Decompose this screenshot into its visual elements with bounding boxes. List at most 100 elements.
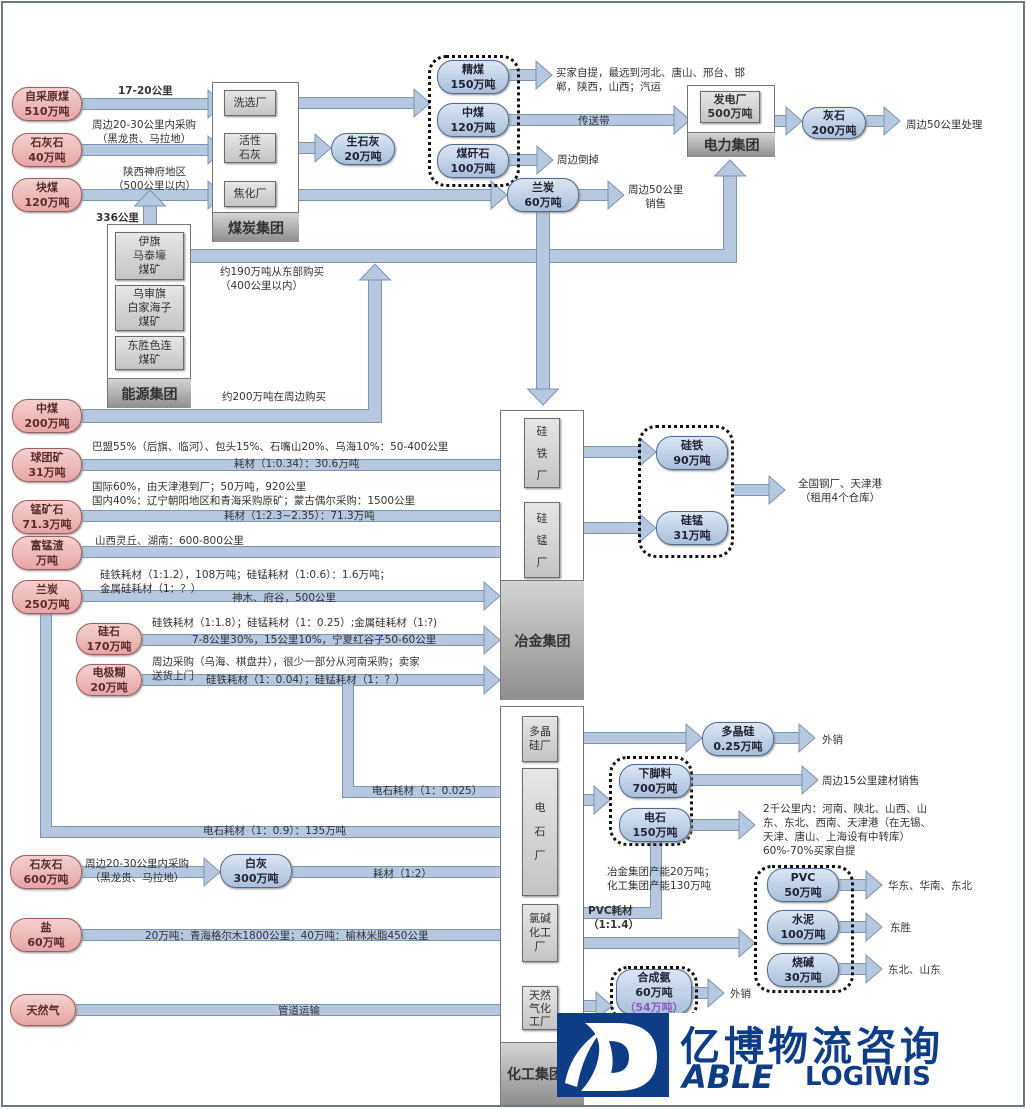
washing-plant: 洗选厂 [224, 90, 276, 116]
label-alloy-destination: 全国钢厂、天津港 （租用4个仓库） [798, 478, 882, 504]
product-polysilicon: 多晶硅 0.25万吨 [702, 722, 774, 756]
source-name: 自采原煤 [25, 90, 69, 103]
source-name: 球团矿 [30, 451, 64, 464]
source-silica: 硅石 170万吨 [76, 623, 142, 655]
label-17-20km: 17-20公里 [118, 85, 173, 97]
product-qty: 150万吨 [450, 78, 496, 91]
product-caustic-soda: 烧碱 30万吨 [767, 953, 839, 987]
label-cement-destination: 东胜 [890, 922, 911, 934]
source-middling-coal: 中煤 200万吨 [12, 399, 82, 433]
label-scrap-sales: 周边15公里建材销售 [822, 775, 920, 787]
product-name: 水泥 [792, 913, 814, 926]
label-limestone-source: 周边20-30公里内采购 （黑龙贵、马拉地） [92, 119, 197, 145]
power-group-name: 电力集团 [688, 132, 775, 157]
metallurgy-group-name: 冶金集团 [501, 580, 584, 700]
label-semi-coke-sales: 周边50公里 销售 [628, 184, 684, 210]
source-qty: 120万吨 [24, 196, 70, 209]
label-electrode-consumption: 硅铁耗材（1：0.04）；硅锰耗材（1：？） [206, 674, 406, 686]
silicomanganese-plant: 硅 锰 厂 [524, 502, 560, 578]
active-lime-plant: 活性 石灰 [224, 133, 276, 163]
arrow-chlor-out [558, 928, 756, 958]
label-pvc-destination: 华东、华南、东北 [888, 880, 972, 892]
source-name: 富锰渣 [30, 539, 64, 552]
product-qty: 31万吨 [673, 529, 711, 542]
coal-group-name: 煤炭集团 [213, 212, 299, 242]
product-qty: 100万吨 [450, 162, 496, 175]
label-mn-sources: 国际60%，由天津港到厂；50万吨，920公里 国内40%：辽宁朝阳地区和青海采… [92, 481, 416, 507]
label-carbide-destination: 2千公里内：河南、陕北、山西、山 东、东北、西南、天津港（在无锡、 天津、唐山、… [763, 803, 931, 857]
logo-mark [557, 1013, 669, 1097]
label-shaanxi: 陕西神府地区 （500公里以内） [113, 166, 197, 192]
label-ash-disposal: 周边50公里处理 [906, 119, 983, 131]
product-name: 下脚料 [638, 767, 672, 780]
label-dump: 周边倒掉 [557, 154, 599, 166]
arrow-washing-out [276, 88, 431, 118]
source-name: 中煤 [36, 402, 58, 415]
source-natural-gas: 天然气 [10, 994, 76, 1026]
product-ammonia: 合成氨 60万吨 （54万吨） [616, 969, 692, 1015]
energy-group-name: 能源集团 [108, 378, 191, 408]
product-white-lime: 白灰 300万吨 [220, 854, 292, 888]
product-name: 精煤 [462, 63, 484, 76]
source-semi-coke: 兰炭 250万吨 [12, 580, 82, 614]
arrow-semi-coke-down [526, 212, 560, 406]
label-semi-coke-origin: 神木、府谷，500公里 [232, 592, 337, 604]
product-name: 电石 [644, 811, 666, 824]
label-carbide-0025: 电石耗材（1：0.025） [372, 785, 483, 797]
gas-chemical-plant: 天然 气化 工厂 [522, 986, 558, 1030]
mine-wushenqi: 乌审旗 白家海子 煤矿 [115, 285, 184, 331]
label-slag-sources: 山西灵丘、湖南：600-800公里 [95, 535, 244, 547]
product-qty: 300万吨 [233, 872, 279, 885]
product-qty: 90万吨 [673, 454, 711, 467]
product-semi-coke: 兰炭 60万吨 [507, 178, 579, 212]
product-qty: 100万吨 [780, 928, 826, 941]
mine-dongsheng: 东胜色连 煤矿 [115, 336, 184, 370]
product-ash: 灰石 200万吨 [802, 107, 866, 139]
label-190: 约190万吨从东部购买 （400公里以内） [220, 266, 325, 292]
product-name: 白灰 [245, 857, 267, 870]
product-qty: 700万吨 [632, 782, 678, 795]
label-salt-sources: 20万吨：青海格尔木1800公里；40万吨：榆林米脂450公里 [145, 930, 429, 942]
label-silica-consumption: 硅铁耗材（1:1.8）；硅锰耗材（1：0.25）;金属硅耗材（1:?) [152, 617, 438, 629]
source-name: 石灰石 [29, 858, 63, 871]
product-name: 生石灰 [346, 135, 380, 148]
label-ammonia-sales: 外销 [730, 988, 751, 1000]
source-qty: 60万吨 [27, 936, 65, 949]
calcium-carbide-plant: 电 石 厂 [522, 768, 558, 896]
label-pvc-consumption: PVC耗材 （1:1.4） [588, 905, 640, 931]
product-scrap: 下脚料 700万吨 [619, 764, 691, 798]
label-capacity: 冶金集团产能20万吨； 化工集团产能130万吨 [607, 866, 715, 892]
source-qty: 40万吨 [28, 151, 66, 164]
arrow-carbide-out [691, 810, 756, 840]
source-qty: 71.3万吨 [22, 518, 72, 531]
label-336km: 336公里 [96, 212, 139, 224]
label-limestone2-source: 周边20-30公里内采购 （黑龙贵、马拉地） [85, 858, 190, 884]
source-name: 天然气 [26, 1003, 60, 1017]
source-name: 块煤 [36, 181, 58, 194]
product-name: 硅锰 [681, 514, 703, 527]
product-pvc: PVC 50万吨 [767, 868, 839, 902]
product-ferrosilicon: 硅铁 90万吨 [656, 436, 728, 470]
mine-yiqi: 伊旗 马泰壕 煤矿 [115, 232, 184, 280]
source-qty: 170万吨 [86, 640, 132, 653]
product-qty: 150万吨 [632, 826, 678, 839]
source-qty: 31万吨 [28, 466, 66, 479]
product-name: 兰炭 [532, 181, 554, 194]
label-silica-sources: 7-8公里30%，15公里10%，宁夏红谷子50-60公里 [192, 634, 437, 646]
arrow-power-out [775, 106, 803, 136]
source-limestone-1: 石灰石 40万吨 [12, 133, 82, 167]
source-raw-coal: 自采原煤 510万吨 [12, 87, 82, 121]
source-manganese-ore: 锰矿石 71.3万吨 [12, 500, 82, 534]
product-calcium-carbide: 电石 150万吨 [619, 808, 691, 842]
source-name: 硅石 [98, 625, 120, 638]
label-polysilicon-sales: 外销 [822, 734, 843, 746]
label-200: 约200万吨在周边购买 [222, 391, 327, 403]
ferrosilicon-plant: 硅 铁 厂 [524, 418, 560, 488]
product-name: PVC [790, 871, 816, 884]
arrow-semi-coke-out [579, 180, 625, 210]
label-clean-coal-destination: 买家自提，最远到河北、唐山、邢台、邯 郸，陕西，山西；汽运 [556, 67, 745, 93]
product-qty: 60万吨 [524, 196, 562, 209]
product-name: 中煤 [462, 106, 484, 119]
source-qty: 510万吨 [24, 105, 70, 118]
logo-able: ABLE [682, 1058, 774, 1096]
